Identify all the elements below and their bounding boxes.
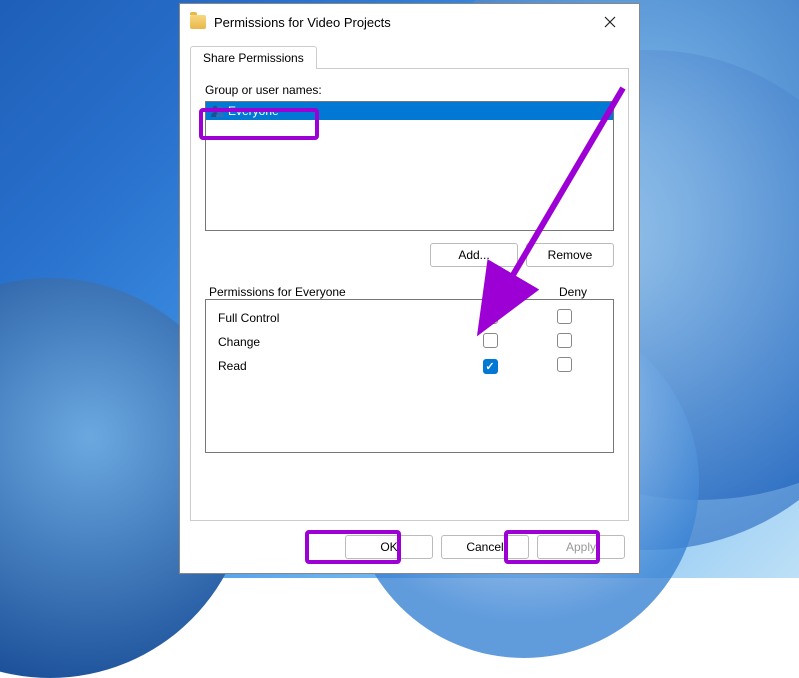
allow-checkbox-read[interactable]: ✓ (483, 359, 498, 374)
permission-row-read: Read ✓ (210, 354, 609, 378)
close-button[interactable] (587, 6, 633, 38)
dialog-title: Permissions for Video Projects (214, 15, 587, 30)
permissions-header: Permissions for Everyone Allow Deny (205, 285, 614, 299)
permission-label: Change (218, 335, 453, 349)
user-item-everyone[interactable]: Everyone (206, 102, 613, 120)
user-listbox[interactable]: Everyone (205, 101, 614, 231)
allow-checkbox-change[interactable] (483, 333, 498, 348)
tab-strip: Share Permissions (190, 46, 629, 69)
allow-column-header: Allow (462, 285, 536, 299)
allow-checkbox-full-control[interactable] (483, 309, 498, 324)
dialog-button-row: OK Cancel Apply (180, 521, 639, 573)
permission-row-change: Change (210, 330, 609, 354)
permissions-for-label: Permissions for Everyone (209, 285, 462, 299)
permission-row-full-control: Full Control (210, 306, 609, 330)
folder-icon (190, 15, 206, 29)
deny-column-header: Deny (536, 285, 610, 299)
ok-button[interactable]: OK (345, 535, 433, 559)
tab-share-permissions[interactable]: Share Permissions (190, 46, 317, 69)
deny-checkbox-full-control[interactable] (557, 309, 572, 324)
titlebar: Permissions for Video Projects (180, 4, 639, 40)
permission-label: Read (218, 359, 453, 373)
close-icon (604, 16, 616, 28)
user-item-label: Everyone (228, 104, 279, 118)
add-button[interactable]: Add... (430, 243, 518, 267)
users-icon (210, 104, 226, 118)
remove-button[interactable]: Remove (526, 243, 614, 267)
deny-checkbox-read[interactable] (557, 357, 572, 372)
deny-checkbox-change[interactable] (557, 333, 572, 348)
cancel-button[interactable]: Cancel (441, 535, 529, 559)
permission-label: Full Control (218, 311, 453, 325)
tab-content: Group or user names: Everyone Add... Rem… (190, 68, 629, 521)
group-user-names-label: Group or user names: (205, 83, 614, 97)
permissions-dialog: Permissions for Video Projects Share Per… (179, 3, 640, 574)
permissions-listbox: Full Control Change Read ✓ (205, 299, 614, 453)
apply-button[interactable]: Apply (537, 535, 625, 559)
